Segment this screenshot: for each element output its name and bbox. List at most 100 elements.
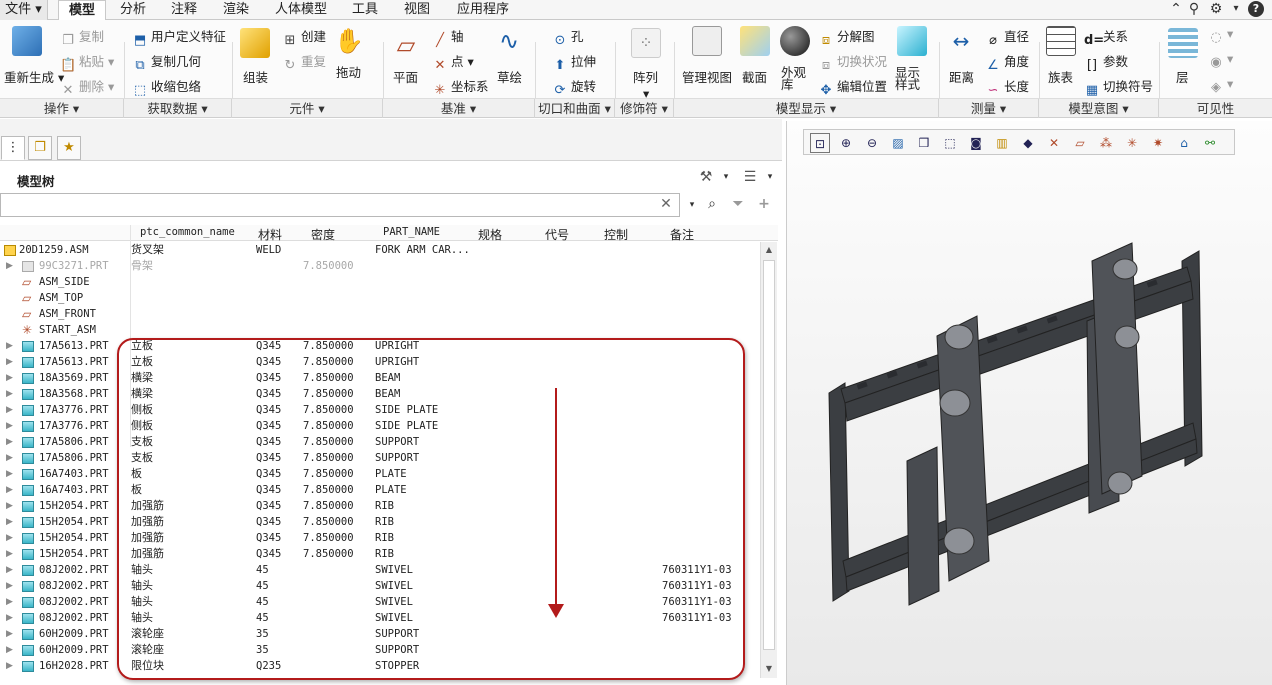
appearance-gallery-button[interactable]: 外观库 [781, 66, 807, 91]
repeat-button[interactable]: ↻ 重复 [282, 51, 326, 74]
hole-button[interactable]: ⊙ 孔 [552, 26, 584, 49]
tree-row[interactable]: ▶ 15H2054.PRT 加强筋 Q345 7.850000 RIB [0, 530, 760, 546]
tab-view[interactable]: 视图 [396, 0, 438, 20]
tree-row[interactable]: ▶ 16A7403.PRT 板 Q345 7.850000 PLATE [0, 466, 760, 482]
tree-settings-icon[interactable]: ⚒ [698, 169, 714, 185]
find-icon[interactable]: ⌕ [704, 196, 720, 212]
status-button[interactable]: ◈ ▾ [1208, 76, 1233, 96]
expand-arrow-icon[interactable]: ▶ [6, 370, 13, 386]
axis-button[interactable]: ╱ 轴 [432, 26, 463, 49]
tree-row[interactable]: ▱ ASM_FRONT [0, 306, 760, 322]
extrude-button[interactable]: ⬆ 拉伸 [552, 51, 596, 74]
help-icon[interactable]: ? [1248, 1, 1264, 17]
csys-button[interactable]: ✳ 坐标系 [432, 76, 489, 99]
pattern-button[interactable]: 阵列 ▾ [633, 67, 658, 101]
group-components[interactable]: 元件 ▾ [232, 99, 383, 118]
display-style-button[interactable]: 显示样式 [895, 66, 931, 91]
angle-button[interactable]: ∠ 角度 [985, 51, 1029, 74]
expand-arrow-icon[interactable]: ▶ [6, 450, 13, 466]
expand-arrow-icon[interactable]: ▶ [6, 258, 13, 274]
tree-row[interactable]: ▶ 17A5806.PRT 支板 Q345 7.850000 SUPPORT [0, 434, 760, 450]
column-control[interactable]: 控制 [604, 226, 628, 243]
chevron-down-icon[interactable]: ▾ [762, 169, 778, 185]
tab-applications[interactable]: 应用程序 [448, 0, 518, 20]
expand-arrow-icon[interactable]: ▶ [6, 546, 13, 562]
expand-arrow-icon[interactable]: ▶ [6, 402, 13, 418]
group-visibility[interactable]: 可见性 [1159, 99, 1272, 118]
tree-row[interactable]: ▶ 08J2002.PRT 轴头 45 SWIVEL 760311Y1-03 [0, 594, 760, 610]
group-cuts-surfaces[interactable]: 切口和曲面 ▾ [535, 99, 615, 118]
tab-render[interactable]: 渲染 [215, 0, 257, 20]
parameters-button[interactable]: [] 参数 [1084, 51, 1128, 74]
diameter-button[interactable]: ⌀ 直径 [985, 26, 1029, 49]
tree-row[interactable]: ▱ ASM_TOP [0, 290, 760, 306]
favorites-tab-icon[interactable]: ★ [57, 136, 81, 160]
assemble-button[interactable]: 组装 [243, 67, 268, 86]
copy-geometry-button[interactable]: ⧉ 复制几何 [132, 51, 201, 74]
copy-button[interactable]: ❐ 复制 [60, 26, 104, 49]
expand-arrow-icon[interactable]: ▶ [6, 354, 13, 370]
add-column-icon[interactable]: + [756, 196, 772, 212]
tab-manikin[interactable]: 人体模型 [266, 0, 336, 20]
fork-carriage-model[interactable] [787, 121, 1272, 685]
chevron-down-icon[interactable]: ▾ [1228, 1, 1244, 17]
group-get-data[interactable]: 获取数据 ▾ [124, 99, 232, 118]
hide-button[interactable]: ◌ ▾ [1208, 26, 1233, 46]
layers-button[interactable]: 层 [1176, 67, 1189, 86]
filter-icon[interactable]: ⏷ [730, 196, 746, 212]
tree-row[interactable]: ▶ 15H2054.PRT 加强筋 Q345 7.850000 RIB [0, 498, 760, 514]
expand-arrow-icon[interactable]: ▶ [6, 642, 13, 658]
graphics-window[interactable]: ⊡ ⊕ ⊖ ▨ ❒ ⬚ ◙ ▥ ◆ ✕ ▱ ⁂ ✳ ✷ ⌂ ⚯ [786, 121, 1272, 685]
tab-annotate[interactable]: 注释 [163, 0, 205, 20]
search-icon[interactable]: ⚲ [1186, 1, 1202, 17]
tree-row[interactable]: ▱ ASM_SIDE [0, 274, 760, 290]
expand-arrow-icon[interactable]: ▶ [6, 434, 13, 450]
sketch-button[interactable]: 草绘 [497, 67, 522, 86]
toggle-status-button[interactable]: ⧈ 切换状况 [818, 51, 887, 74]
tab-tools[interactable]: 工具 [344, 0, 386, 20]
scroll-up-icon[interactable]: ▲ [763, 243, 775, 257]
expand-arrow-icon[interactable]: ▶ [6, 578, 13, 594]
expand-arrow-icon[interactable]: ▶ [6, 562, 13, 578]
file-menu[interactable]: 文件 ▾ [0, 0, 48, 20]
expand-arrow-icon[interactable]: ▶ [6, 626, 13, 642]
expand-arrow-icon[interactable]: ▶ [6, 610, 13, 626]
tree-row[interactable]: ▶ 60H2009.PRT 滚轮座 35 SUPPORT [0, 626, 760, 642]
expand-arrow-icon[interactable]: ▶ [6, 530, 13, 546]
tree-row[interactable]: ✳ START_ASM [0, 322, 760, 338]
section-button[interactable]: 截面 [742, 67, 767, 86]
group-modifiers[interactable]: 修饰符 ▾ [615, 99, 674, 118]
group-model-intent[interactable]: 模型意图 ▾ [1039, 99, 1159, 118]
expand-arrow-icon[interactable]: ▶ [6, 658, 13, 674]
point-button[interactable]: ✕ 点 ▾ [432, 51, 474, 74]
expand-arrow-icon[interactable]: ▶ [6, 482, 13, 498]
show-options-icon[interactable]: ☰ [742, 169, 758, 185]
regenerate-button[interactable]: 重新生成 ▾ [4, 67, 64, 86]
revolve-button[interactable]: ⟳ 旋转 [552, 76, 596, 99]
tree-row[interactable]: ▶ 08J2002.PRT 轴头 45 SWIVEL 760311Y1-03 [0, 562, 760, 578]
relations-button[interactable]: d=关系 [1084, 26, 1128, 49]
tree-row[interactable]: ▶ 18A3569.PRT 横梁 Q345 7.850000 BEAM [0, 370, 760, 386]
tree-row[interactable]: ▶ 08J2002.PRT 轴头 45 SWIVEL 760311Y1-03 [0, 578, 760, 594]
chevron-down-icon[interactable]: ▾ [718, 169, 734, 185]
manage-views-button[interactable]: 管理视图 [682, 67, 732, 86]
tree-row[interactable]: ▶ 18A3568.PRT 横梁 Q345 7.850000 BEAM [0, 386, 760, 402]
paste-button[interactable]: 📋 粘贴 ▾ [60, 51, 114, 74]
shrinkwrap-button[interactable]: ⬚ 收缩包络 [132, 76, 201, 99]
folder-browser-tab-icon[interactable]: ❐ [28, 136, 52, 160]
explode-view-button[interactable]: ⧈ 分解图 [818, 26, 875, 49]
group-datum[interactable]: 基准 ▾ [383, 99, 535, 118]
tree-row[interactable]: ▶ 08J2002.PRT 轴头 45 SWIVEL 760311Y1-03 [0, 610, 760, 626]
scroll-down-icon[interactable]: ▼ [763, 662, 775, 676]
edit-position-button[interactable]: ✥ 编辑位置 [818, 76, 887, 99]
expand-arrow-icon[interactable]: ▶ [6, 338, 13, 354]
clear-filter-icon[interactable]: ✕ [658, 196, 674, 212]
column-part-name[interactable]: PART_NAME [383, 226, 440, 238]
group-measure[interactable]: 测量 ▾ [939, 99, 1039, 118]
expand-arrow-icon[interactable]: ▶ [6, 498, 13, 514]
group-model-display[interactable]: 模型显示 ▾ [674, 99, 939, 118]
create-button[interactable]: ⊞ 创建 [282, 26, 326, 49]
tree-row[interactable]: ▶ 17A3776.PRT 侧板 Q345 7.850000 SIDE PLATE [0, 402, 760, 418]
expand-arrow-icon[interactable]: ▶ [6, 594, 13, 610]
minimize-ribbon-icon[interactable]: ⌃ [1168, 1, 1184, 17]
